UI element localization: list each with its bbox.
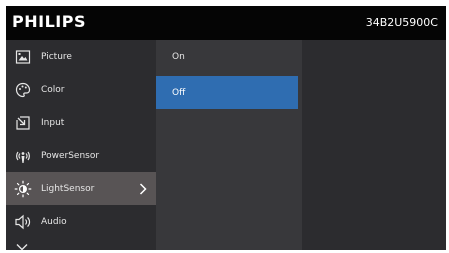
menu-label-picture: Picture — [41, 51, 72, 62]
brand-logo: PHILIPS — [12, 12, 86, 31]
detail-panel — [302, 40, 446, 250]
menu-item-lightsensor[interactable]: LightSensor — [6, 172, 156, 205]
chevron-down-icon[interactable] — [16, 236, 30, 250]
speaker-icon — [14, 213, 32, 231]
menu-label-lightsensor: LightSensor — [41, 183, 95, 194]
menu-label-powersensor: PowerSensor — [41, 150, 100, 161]
menu-item-picture[interactable]: Picture — [6, 40, 156, 73]
menu-item-audio[interactable]: Audio — [6, 205, 156, 238]
menu-item-color[interactable]: Color — [6, 73, 156, 106]
option-off[interactable]: Off — [156, 76, 298, 109]
submenu-options: On Off — [156, 40, 302, 250]
picture-icon — [14, 48, 32, 66]
palette-icon — [14, 81, 32, 99]
input-icon — [14, 114, 32, 132]
menu-item-powersensor[interactable]: PowerSensor — [6, 139, 156, 172]
osd-window: PHILIPS 34B2U5900C Picture Color Input P… — [6, 6, 446, 250]
menu-label-audio: Audio — [41, 216, 67, 227]
menu-item-input[interactable]: Input — [6, 106, 156, 139]
menu-label-input: Input — [41, 117, 65, 128]
model-number: 34B2U5900C — [365, 16, 438, 29]
chevron-right-icon — [138, 182, 148, 196]
main-menu: Picture Color Input PowerSensor LightSen… — [6, 40, 156, 250]
menu-label-color: Color — [41, 84, 65, 95]
power-sensor-icon — [14, 147, 32, 165]
option-on[interactable]: On — [156, 40, 298, 73]
light-sensor-icon — [14, 180, 32, 198]
osd-header: PHILIPS 34B2U5900C — [6, 6, 446, 40]
